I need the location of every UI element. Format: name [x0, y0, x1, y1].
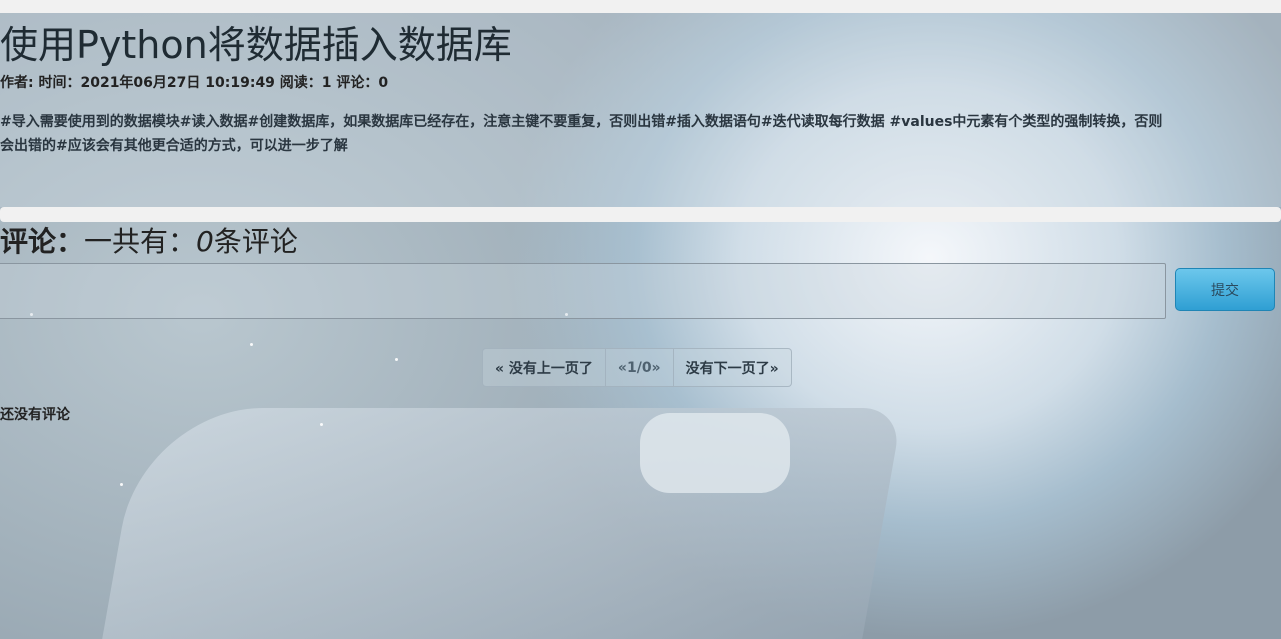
prev-page-link[interactable]: « 没有上一页了	[483, 349, 606, 386]
submit-button[interactable]: 提交	[1175, 268, 1275, 311]
robot-hand-graphic	[640, 413, 790, 493]
star	[120, 483, 123, 486]
top-bar	[0, 0, 1281, 13]
next-page-link[interactable]: 没有下一页了»	[674, 349, 791, 386]
article-meta: 作者: 时间：2021年06月27日 10:19:49 阅读：1 评论：0	[0, 75, 389, 91]
article-content: #导入需要使用到的数据模块#读入数据#创建数据库，如果数据库已经存在，注意主键不…	[0, 110, 1281, 158]
article-title: 使用Python将数据插入数据库	[0, 23, 512, 67]
comment-heading-suffix: 条评论	[213, 225, 298, 258]
comment-heading-label: 评论：	[0, 225, 85, 258]
comment-heading-prefix: 一共有：	[84, 225, 197, 258]
comment-count: 0	[196, 225, 214, 258]
current-page-indicator[interactable]: «1/0»	[606, 349, 674, 386]
no-comments-text: 还没有评论	[0, 407, 70, 423]
star	[395, 358, 398, 361]
comment-heading: 评论：一共有：0条评论	[0, 220, 298, 260]
content-line: #导入需要使用到的数据模块#读入数据#创建数据库，如果数据库已经存在，注意主键不…	[0, 114, 1163, 130]
content-line: 会出错的#应该会有其他更合适的方式，可以进一步了解	[0, 138, 348, 154]
star	[250, 343, 253, 346]
star	[320, 423, 323, 426]
comment-input[interactable]	[0, 263, 1166, 319]
pagination: « 没有上一页了 «1/0» 没有下一页了»	[482, 348, 792, 387]
